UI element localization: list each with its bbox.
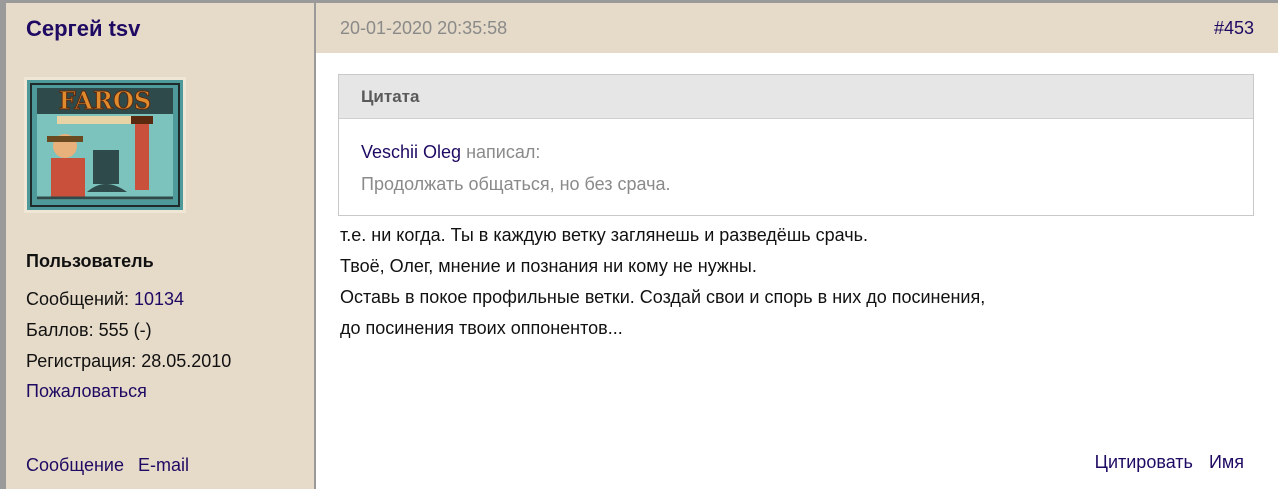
author-contact-links: Сообщение E-mail xyxy=(26,455,203,476)
author-name[interactable]: Сергей tsv xyxy=(26,16,140,42)
quote-text: Продолжать общаться, но без срача. xyxy=(361,174,671,194)
author-role: Пользователь xyxy=(26,251,154,271)
registration-stat: Регистрация: 28.05.2010 xyxy=(26,351,232,371)
author-sidebar: Сергей tsv FAROS Пользователь Сообщений:… xyxy=(6,3,316,489)
avatar-image: FAROS xyxy=(27,80,183,210)
quote-button[interactable]: Цитировать xyxy=(1095,452,1193,472)
post-line: т.е. ни когда. Ты в каждую ветку загляне… xyxy=(340,225,869,245)
post-line: Твоё, Олег, мнение и познания ни кому не… xyxy=(340,256,757,276)
quote-title: Цитата xyxy=(339,75,1253,119)
forum-post: Сергей tsv FAROS Пользователь Сообщений:… xyxy=(0,0,1278,489)
quote-attribution: Veschii Oleg написал: xyxy=(361,142,540,163)
messages-count-link[interactable]: 10134 xyxy=(134,289,184,309)
avatar: FAROS xyxy=(24,77,186,213)
points-stat: Баллов: 555 (-) xyxy=(26,320,152,340)
email-link[interactable]: E-mail xyxy=(138,455,189,475)
post-body: т.е. ни когда. Ты в каждую ветку загляне… xyxy=(340,220,985,344)
post-line: до посинения твоих оппонентов... xyxy=(340,318,623,338)
post-date: 20-01-2020 20:35:58 xyxy=(340,18,508,38)
messages-label: Сообщений: xyxy=(26,289,129,309)
post-actions: Цитировать Имя xyxy=(1079,452,1244,473)
message-link[interactable]: Сообщение xyxy=(26,455,124,475)
post-content: Цитата Veschii Oleg написал: Продолжать … xyxy=(316,53,1278,489)
post-line: Оставь в покое профильные ветки. Создай … xyxy=(340,287,986,307)
quote-block: Цитата Veschii Oleg написал: Продолжать … xyxy=(338,74,1254,216)
quote-wrote-label: написал: xyxy=(466,142,541,162)
post-header: 20-01-2020 20:35:58 #453 xyxy=(316,3,1278,53)
post-number-link[interactable]: #453 xyxy=(1214,18,1254,39)
quote-author-link[interactable]: Veschii Oleg xyxy=(361,142,461,162)
complain-link[interactable]: Пожаловаться xyxy=(26,381,147,402)
messages-stat: Сообщений: 10134 xyxy=(26,289,184,310)
avatar-logo-text: FAROS xyxy=(59,86,151,115)
name-button[interactable]: Имя xyxy=(1209,452,1244,472)
